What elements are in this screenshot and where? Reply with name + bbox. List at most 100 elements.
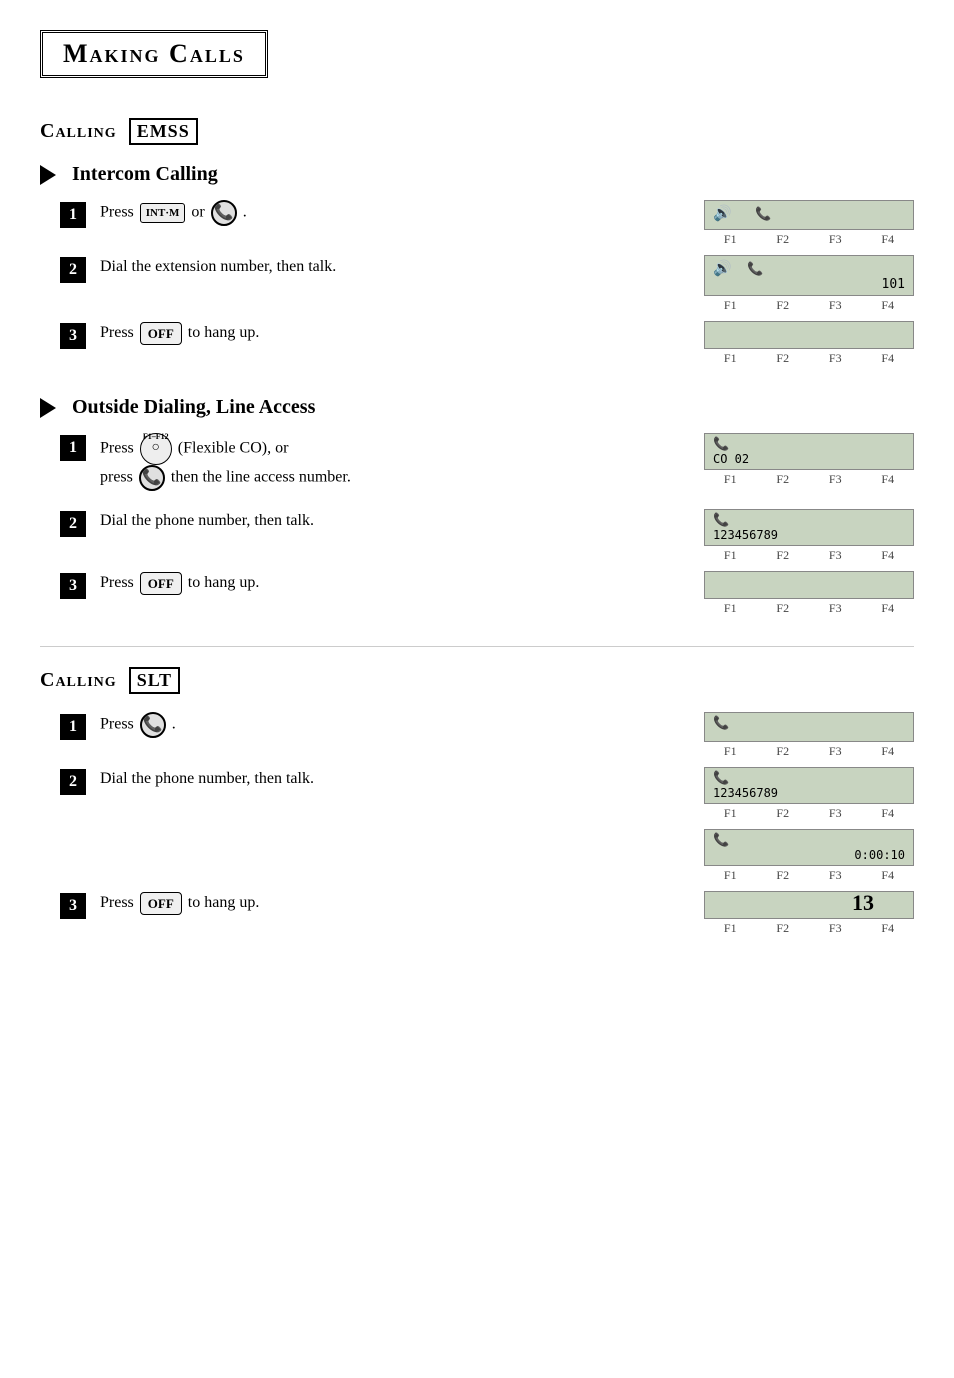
f4-os1: F4: [881, 472, 894, 487]
f2-slt2b: F2: [776, 868, 789, 883]
period-slt1: .: [172, 716, 176, 733]
f-labels-1: F1 F2 F3 F4: [704, 232, 914, 247]
f3-label: F3: [829, 232, 842, 247]
display-screen-slt2a: 📞 123456789: [704, 767, 914, 804]
display-screen-slt3: [704, 891, 914, 919]
slt-step-2-content: Dial the phone number, then talk.: [100, 767, 684, 791]
slt-disp-1: 📞 F1 F2 F3 F4: [704, 712, 914, 759]
slt-step-3-row: 3 Press OFF to hang up.: [40, 891, 684, 919]
press-label-os1b: press: [100, 469, 137, 486]
hang-up-slt3: to hang up.: [188, 894, 260, 911]
outside-dialing-heading: Outside Dialing, Line Access: [40, 396, 914, 419]
phone-icon-slt2a: 📞: [713, 771, 729, 786]
outside-dialing-section: Outside Dialing, Line Access 1 Press F1–…: [40, 396, 914, 616]
intercom-disp-3: F1 F2 F3 F4: [704, 321, 914, 366]
f2-slt1: F2: [776, 744, 789, 759]
slt-step-3: 3 Press OFF to hang up. F1 F2 F3 F4: [40, 891, 914, 936]
sound-icon-1: 🔊: [713, 204, 732, 222]
period-1: .: [243, 204, 247, 221]
timer-slt2: 0:00:10: [713, 848, 905, 862]
press-label: Press: [100, 204, 134, 221]
f1-f12-label: F1–F12: [143, 423, 169, 451]
off-button-1: OFF: [140, 322, 182, 346]
page-content: Making Calls Calling EMSS Intercom Calli…: [40, 20, 914, 936]
slt-step-number-3: 3: [60, 893, 86, 919]
f-labels-slt1: F1 F2 F3 F4: [704, 744, 914, 759]
slt-step-number-2: 2: [60, 769, 86, 795]
intercom-step-2-content: Dial the extension number, then talk.: [100, 255, 684, 279]
slt-disp-2b: 📞 0:00:10 F1 F2 F3 F4: [704, 829, 914, 883]
slt-step-1-row: 1 Press 📞 .: [40, 712, 684, 740]
intercom-step-1-row: 1 Press INT·M or 📞 .: [40, 200, 684, 228]
slt-step-3-content: Press OFF to hang up.: [100, 891, 684, 915]
f4-os2: F4: [881, 548, 894, 563]
outside-step-1-text: 1 Press F1–F12 ○ (Flexible CO), or press…: [40, 433, 684, 501]
press-label-os3: Press: [100, 574, 134, 591]
outside-step-3-row: 3 Press OFF to hang up.: [40, 571, 684, 599]
outside-step-number-3: 3: [60, 573, 86, 599]
slt-step-1-content: Press 📞 .: [100, 712, 684, 738]
f4-label-3: F4: [881, 351, 894, 366]
slt-step-number-1: 1: [60, 714, 86, 740]
off-button-os3: OFF: [140, 572, 182, 596]
f1-os3: F1: [724, 601, 737, 616]
f1-label-3: F1: [724, 351, 737, 366]
flexible-co-text: (Flexible CO), or: [178, 440, 289, 457]
f3-slt1: F3: [829, 744, 842, 759]
f4-label-2: F4: [881, 298, 894, 313]
outside-step-2-row: 2 Dial the phone number, then talk.: [40, 509, 684, 537]
page-number: 13: [852, 890, 874, 916]
phone-number-os2: 123456789: [713, 528, 905, 542]
intercom-step-2: 2 Dial the extension number, then talk. …: [40, 255, 914, 313]
triangle-icon: [40, 165, 56, 185]
outside-step-number-2: 2: [60, 511, 86, 537]
slt-step-1-text: 1 Press 📞 .: [40, 712, 684, 750]
page-title-box: Making Calls: [40, 30, 268, 78]
sound-icon-2: 🔊: [713, 259, 732, 277]
int-m-button: INT·M: [140, 203, 186, 224]
f-labels-os2: F1 F2 F3 F4: [704, 548, 914, 563]
phone-icon-slt1: 📞: [713, 716, 729, 731]
f3-slt2b: F3: [829, 868, 842, 883]
slt-step-1: 1 Press 📞 . 📞 F1 F2 F3 F4: [40, 712, 914, 759]
press-label-slt1: Press: [100, 716, 138, 733]
f-labels-os3: F1 F2 F3 F4: [704, 601, 914, 616]
hang-up-1: to hang up.: [188, 324, 260, 341]
slt-step-3-text: 3 Press OFF to hang up.: [40, 891, 684, 929]
display-screen-slt2b: 📞 0:00:10: [704, 829, 914, 866]
f3-label-3: F3: [829, 351, 842, 366]
f-labels-2: F1 F2 F3 F4: [704, 298, 914, 313]
f1-slt2b: F1: [724, 868, 737, 883]
display-screen-3: [704, 321, 914, 349]
display-screen-1: 🔊 📞: [704, 200, 914, 230]
f3-os1: F3: [829, 472, 842, 487]
intercom-step-1-content: Press INT·M or 📞 .: [100, 200, 684, 226]
calling-emss-header: Calling EMSS: [40, 118, 914, 145]
press-label-3: Press: [100, 324, 134, 341]
display-screen-2: 🔊 📞 101: [704, 255, 914, 296]
intercom-title: Intercom Calling: [72, 163, 218, 186]
f1-slt2a: F1: [724, 806, 737, 821]
outside-dialing-title: Outside Dialing, Line Access: [72, 396, 315, 419]
phone-icon-os2: 📞: [713, 513, 729, 528]
f2-os3: F2: [776, 601, 789, 616]
intercom-step-3-content: Press OFF to hang up.: [100, 321, 684, 345]
outside-step-2-content: Dial the phone number, then talk.: [100, 509, 684, 533]
f4-slt2b: F4: [881, 868, 894, 883]
line-access-text: then the line access number.: [171, 469, 351, 486]
f3-os3: F3: [829, 601, 842, 616]
outside-step-3-content: Press OFF to hang up.: [100, 571, 684, 595]
f-labels-slt2b: F1 F2 F3 F4: [704, 868, 914, 883]
display-screen-slt1: 📞: [704, 712, 914, 742]
f2-label-2: F2: [776, 298, 789, 313]
step-number-3: 3: [60, 323, 86, 349]
f3-slt3: F3: [829, 921, 842, 936]
intercom-step-2-text: 2 Dial the extension number, then talk.: [40, 255, 684, 293]
f1-slt1: F1: [724, 744, 737, 759]
intercom-step-1-text: 1 Press INT·M or 📞 .: [40, 200, 684, 238]
intercom-step-3-text: 3 Press OFF to hang up.: [40, 321, 684, 359]
step-number-1: 1: [60, 202, 86, 228]
display-screen-os2: 📞 123456789: [704, 509, 914, 546]
slt-section: 1 Press 📞 . 📞 F1 F2 F3 F4: [40, 712, 914, 936]
f4-label: F4: [881, 232, 894, 247]
